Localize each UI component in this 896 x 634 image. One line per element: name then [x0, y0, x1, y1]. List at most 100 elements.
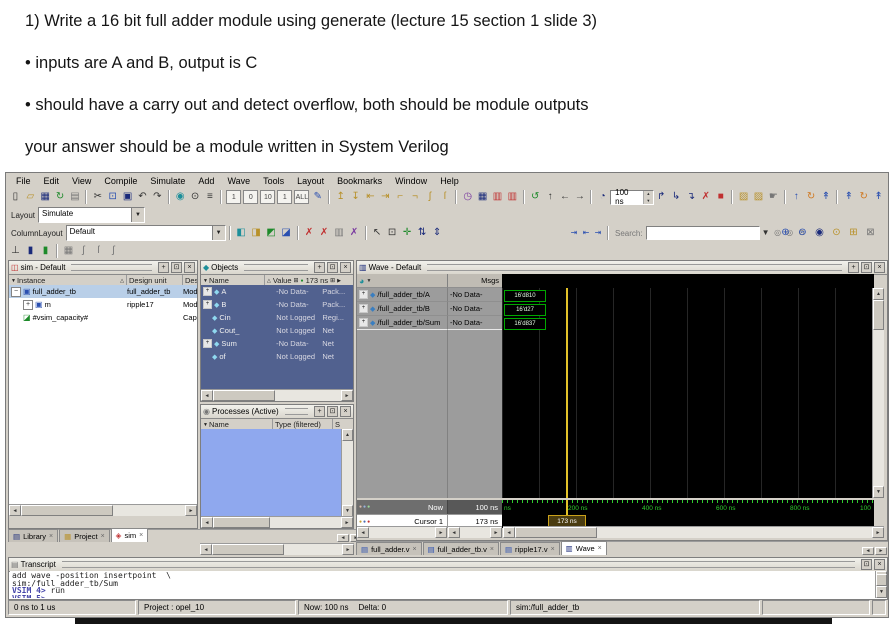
scroll-thumb[interactable] [873, 300, 884, 330]
reload-button[interactable]: ↻ [804, 190, 819, 205]
breakpoints-disable-button[interactable]: ▥ [490, 190, 505, 205]
sim-panel-grip[interactable] [71, 264, 152, 271]
tab-ripple17-v[interactable]: ▤ ripple17.v × [500, 542, 560, 555]
tab-wave[interactable]: ▥ Wave × [561, 541, 607, 555]
menu-help[interactable]: Help [440, 176, 459, 186]
object-row-Cout[interactable]: ◆Cout_ Not Logged Net Inte [201, 324, 353, 337]
filter-icon[interactable]: ▼ [11, 278, 16, 284]
next-rising-edge-button[interactable]: ¬ [408, 190, 423, 205]
cut-button[interactable]: ✂ [90, 190, 105, 205]
edit-force-button[interactable]: ✎ [310, 190, 325, 205]
wave-names-hscrollbar[interactable]: ◄ ► [357, 526, 447, 538]
transcript-vscrollbar[interactable]: ▲ ▼ [875, 571, 887, 598]
scroll-up-icon[interactable]: ▲ [873, 288, 884, 300]
close-icon[interactable]: × [412, 546, 416, 553]
delete-cursor-button[interactable]: ↧ [348, 190, 363, 205]
new-file-button[interactable]: ▯ [8, 190, 23, 205]
close-icon[interactable]: × [551, 546, 555, 553]
signal-low-button[interactable]: ⊥ [8, 243, 23, 258]
wave-group-dropdown-icon[interactable]: ▼ [366, 278, 371, 284]
scroll-left-icon[interactable]: ◄ [200, 544, 212, 555]
force-boxed1-button[interactable]: 1 [277, 190, 292, 204]
scroll-thumb[interactable] [21, 505, 113, 516]
restart-button[interactable]: ↺ [528, 190, 543, 205]
expand-header-icon[interactable]: ⊞ [294, 277, 299, 284]
insert-cursor-button[interactable]: ↥ [333, 190, 348, 205]
menu-window[interactable]: Window [395, 176, 427, 186]
add-selected-to-wave-button[interactable]: ◧ [234, 226, 249, 241]
menu-edit[interactable]: Edit [44, 176, 60, 186]
stretch-mode-button[interactable]: ⇅ [415, 226, 430, 241]
transcript-panel-grip[interactable] [62, 561, 855, 568]
columnlayout-combo-dropdown[interactable]: ▼ [212, 226, 225, 240]
expand-box[interactable]: + [359, 304, 368, 313]
redo-button[interactable]: ↷ [150, 190, 165, 205]
close-icon[interactable]: × [598, 545, 602, 552]
expand-box[interactable]: + [23, 300, 33, 310]
object-row-B[interactable]: +◆B -No Data- Pack... Inte [201, 298, 353, 311]
show-wave-button[interactable]: ▨ [751, 190, 766, 205]
spin-down-icon[interactable]: ▼ [644, 197, 653, 204]
zoom-select-button[interactable]: ⊠ [863, 226, 878, 241]
delete-button[interactable]: ✗ [347, 226, 362, 241]
columnlayout-combo-value[interactable]: Default [67, 226, 212, 240]
undo-button[interactable]: ↶ [135, 190, 150, 205]
processes-panel-grip[interactable] [285, 408, 308, 415]
close-icon[interactable]: × [139, 532, 143, 539]
processes-hscrollbar[interactable]: ◄ ► [201, 516, 353, 528]
prev-transition-button[interactable]: ⇤ [363, 190, 378, 205]
compile-button[interactable]: ◉ [173, 190, 188, 205]
footer-icon-3[interactable]: ● [367, 504, 370, 510]
run-all-button[interactable]: ↑ [543, 190, 558, 205]
menu-simulate[interactable]: Simulate [150, 176, 185, 186]
sort-icon[interactable]: △ [267, 278, 271, 284]
wave-vscrollbar[interactable]: ▲ ▼ [872, 288, 884, 498]
transcript-float-button[interactable]: ⊡ [861, 559, 872, 570]
clock-button[interactable]: ◷ [460, 190, 475, 205]
scroll-left-icon[interactable]: ◄ [201, 390, 213, 401]
sim-row-vsim-capacity[interactable]: ◪ #vsim_capacity# Capacity [9, 311, 197, 324]
footer-icon-2[interactable]: ● [363, 504, 366, 510]
save-button[interactable]: ▦ [38, 190, 53, 205]
more-columns-icon[interactable]: ▶ [337, 278, 341, 284]
close-icon[interactable]: × [49, 533, 53, 540]
scroll-thumb[interactable] [876, 574, 887, 586]
zoom-in-button[interactable]: ⊕ [778, 226, 793, 241]
search-dropdown[interactable]: ▼ [760, 227, 772, 239]
scroll-up-icon[interactable]: ▲ [342, 429, 353, 441]
layout-combo[interactable]: Simulate ▼ [38, 207, 145, 223]
signal-bar-button[interactable]: ▮ [23, 243, 38, 258]
scroll-left-icon[interactable]: ◄ [503, 527, 515, 538]
wave-cursor-line[interactable] [566, 288, 568, 498]
close-icon[interactable]: × [101, 533, 105, 540]
tabs-scroll-left-icon[interactable]: ◄ [862, 547, 874, 555]
sim-row-full-adder-tb[interactable]: − ▣ full_adder_tb full_adder_tb Module [9, 285, 197, 298]
cancel-right-button[interactable]: ✗ [317, 226, 332, 241]
menu-wave[interactable]: Wave [227, 176, 250, 186]
scroll-right-icon[interactable]: ► [490, 527, 502, 538]
continue-run-button[interactable]: ↳ [669, 190, 684, 205]
scroll-down-icon[interactable]: ▼ [876, 586, 887, 598]
layout-combo-value[interactable]: Simulate [39, 208, 131, 222]
wave-float-button[interactable]: ⊡ [861, 262, 872, 273]
force-10-button[interactable]: 10 [260, 190, 275, 204]
signal-edge1-button[interactable]: ʃ [76, 243, 91, 258]
transcript-prompt-line[interactable]: VSIM 5> [12, 595, 873, 598]
menu-file[interactable]: File [16, 176, 31, 186]
objects-panel-grip[interactable] [244, 264, 308, 271]
run-length-value[interactable]: 100 ns [611, 191, 643, 204]
zoom-range-button[interactable]: ⊞ [846, 226, 861, 241]
zoom-cursor-button[interactable]: ⊙ [829, 226, 844, 241]
object-row-Sum[interactable]: +◆Sum -No Data- Net Inte [201, 337, 353, 350]
columnlayout-combo[interactable]: Default ▼ [66, 225, 226, 241]
print-button[interactable]: ▤ [68, 190, 83, 205]
signal-bar2-button[interactable]: ▮ [38, 243, 53, 258]
wave-signal-A[interactable]: + ◆ /full_adder_tb/A [357, 288, 447, 302]
scroll-right-icon[interactable]: ► [341, 517, 353, 528]
sim-row-m[interactable]: + ▣ m ripple17 Module [9, 298, 197, 311]
stop-button[interactable]: ■ [713, 190, 728, 205]
expand-box[interactable]: + [203, 339, 212, 348]
processes-float-button[interactable]: ⊡ [327, 406, 338, 417]
expand-header-icon[interactable]: ⊞ [330, 277, 335, 284]
processes-body[interactable] [201, 429, 342, 517]
